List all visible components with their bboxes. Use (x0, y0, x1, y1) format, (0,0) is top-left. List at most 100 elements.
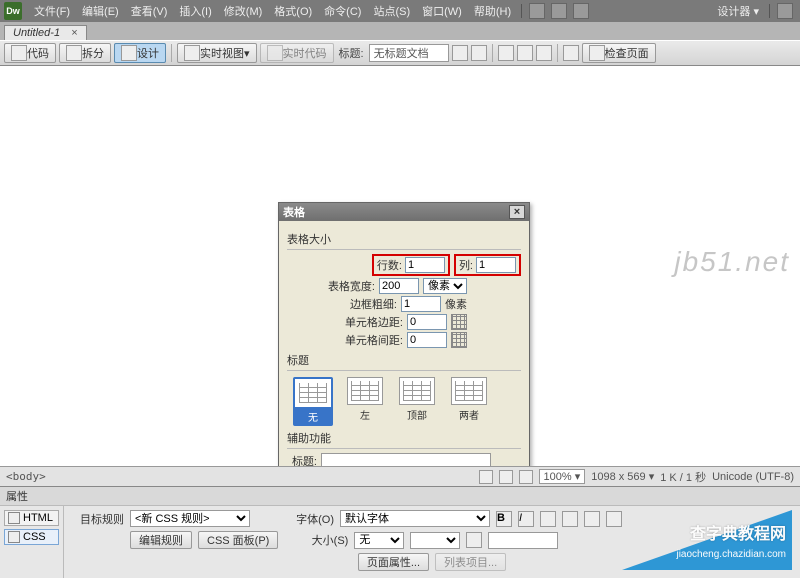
live-code-button: 实时代码 (260, 43, 334, 63)
props-css-tab[interactable]: CSS (4, 529, 59, 545)
close-icon[interactable]: × (71, 27, 77, 39)
cellspace-input[interactable] (407, 332, 447, 348)
align-justify-icon[interactable] (606, 511, 622, 527)
document-tabs: Untitled-1 × (0, 22, 800, 40)
properties-panel: 属性 HTML CSS 目标规则 <新 CSS 规则> 字体(O) 默认字体 B… (0, 486, 800, 578)
cols-label: 列: (459, 257, 473, 273)
border-input[interactable] (401, 296, 441, 312)
list-item-button: 列表项目... (435, 553, 506, 571)
workspace-switcher[interactable]: 设计器 ▾ (711, 1, 765, 21)
design-canvas[interactable]: jb51.net 表格 × 表格大小 行数: 列: 表格宽度: (0, 66, 800, 466)
title-label: 标题: (337, 45, 366, 61)
align-center-icon[interactable] (562, 511, 578, 527)
refresh-icon[interactable] (498, 45, 514, 61)
tool-icon[interactable] (452, 45, 468, 61)
align-left-icon[interactable] (540, 511, 556, 527)
view-split-button[interactable]: 拆分 (59, 43, 111, 63)
menu-format[interactable]: 格式(O) (268, 1, 318, 21)
close-icon[interactable]: × (509, 205, 525, 219)
html-icon (8, 512, 20, 524)
view-design-button[interactable]: 设计 (114, 43, 166, 63)
check-page-button[interactable]: 检查页面 (582, 43, 656, 63)
rows-input[interactable] (405, 257, 445, 273)
tag-selector[interactable]: <body> (6, 470, 46, 483)
extension-icon[interactable] (551, 3, 567, 19)
search-icon[interactable] (777, 3, 793, 19)
menu-help[interactable]: 帮助(H) (468, 1, 517, 21)
cols-highlight: 列: (454, 254, 521, 276)
header-top-button[interactable]: 顶部 (397, 377, 437, 426)
dialog-title: 表格 (283, 204, 305, 220)
pointer-icon[interactable] (479, 470, 493, 484)
doc-tab-label: Untitled-1 (13, 27, 60, 39)
title-input[interactable]: 无标题文档 (369, 44, 449, 62)
color-swatch[interactable] (466, 532, 482, 548)
props-html-tab[interactable]: HTML (4, 510, 59, 526)
menu-window[interactable]: 窗口(W) (416, 1, 468, 21)
edit-rule-button[interactable]: 编辑规则 (130, 531, 192, 549)
targetrule-label: 目标规则 (72, 511, 124, 527)
tool-icon[interactable] (471, 45, 487, 61)
hand-icon[interactable] (499, 470, 513, 484)
cellpad-icon (451, 314, 467, 330)
cellspace-label: 单元格间距: (345, 332, 403, 348)
document-toolbar: 代码 拆分 设计 实时视图 ▾ 实时代码 标题: 无标题文档 检查页面 (0, 40, 800, 66)
visual-aid-icon[interactable] (563, 45, 579, 61)
header-both-button[interactable]: 两者 (449, 377, 489, 426)
caption-input[interactable] (321, 453, 491, 466)
properties-title[interactable]: 属性 (0, 487, 800, 506)
cols-input[interactable] (476, 257, 516, 273)
window-size[interactable]: 1098 x 569 ▾ (591, 470, 654, 483)
menu-file[interactable]: 文件(F) (28, 1, 76, 21)
live-view-button[interactable]: 实时视图 ▾ (177, 43, 257, 63)
options-icon[interactable] (536, 45, 552, 61)
css-icon (8, 531, 20, 543)
menu-edit[interactable]: 编辑(E) (76, 1, 125, 21)
panel-icon[interactable] (573, 3, 589, 19)
width-label: 表格宽度: (328, 278, 375, 294)
size-select[interactable]: 无 (354, 532, 404, 549)
group-size-label: 表格大小 (287, 231, 521, 247)
cellpad-label: 单元格边距: (345, 314, 403, 330)
italic-icon[interactable]: I (518, 511, 534, 527)
download-size: 1 K / 1 秒 (660, 469, 706, 485)
menu-insert[interactable]: 插入(I) (173, 1, 217, 21)
header-left-button[interactable]: 左 (345, 377, 385, 426)
width-input[interactable] (379, 278, 419, 294)
css-panel-button[interactable]: CSS 面板(P) (198, 531, 278, 549)
border-unit: 像素 (445, 296, 467, 312)
bold-icon[interactable]: B (496, 511, 512, 527)
zoom-icon[interactable] (519, 470, 533, 484)
menu-view[interactable]: 查看(V) (125, 1, 174, 21)
cellspace-icon (451, 332, 467, 348)
size-unit-select[interactable] (410, 532, 460, 549)
menu-commands[interactable]: 命令(C) (318, 1, 367, 21)
watermark-side: jb51.net (674, 246, 790, 278)
doc-tab-untitled[interactable]: Untitled-1 × (4, 25, 87, 40)
browse-icon[interactable] (517, 45, 533, 61)
status-bar: <body> 100% ▾ 1098 x 569 ▾ 1 K / 1 秒 Uni… (0, 466, 800, 486)
targetrule-select[interactable]: <新 CSS 规则> (130, 510, 250, 527)
table-dialog: 表格 × 表格大小 行数: 列: 表格宽度: 像素 (278, 202, 530, 466)
width-unit-select[interactable]: 像素 (423, 278, 467, 294)
rows-highlight: 行数: (372, 254, 450, 276)
page-properties-button[interactable]: 页面属性... (358, 553, 429, 571)
size-label: 大小(S) (296, 532, 348, 548)
zoom-select[interactable]: 100% ▾ (539, 469, 586, 484)
group-access-label: 辅助功能 (287, 430, 521, 446)
dialog-titlebar[interactable]: 表格 × (279, 203, 529, 221)
font-select[interactable]: 默认字体 (340, 510, 490, 527)
app-logo: Dw (4, 2, 22, 20)
font-label: 字体(O) (282, 511, 334, 527)
header-none-button[interactable]: 无 (293, 377, 333, 426)
layout-icon[interactable] (529, 3, 545, 19)
align-right-icon[interactable] (584, 511, 600, 527)
menubar: Dw 文件(F) 编辑(E) 查看(V) 插入(I) 修改(M) 格式(O) 命… (0, 0, 800, 22)
cellpad-input[interactable] (407, 314, 447, 330)
menu-site[interactable]: 站点(S) (367, 1, 416, 21)
menu-modify[interactable]: 修改(M) (218, 1, 269, 21)
rows-label: 行数: (377, 257, 402, 273)
color-input[interactable] (488, 532, 558, 549)
border-label: 边框粗细: (350, 296, 397, 312)
view-code-button[interactable]: 代码 (4, 43, 56, 63)
